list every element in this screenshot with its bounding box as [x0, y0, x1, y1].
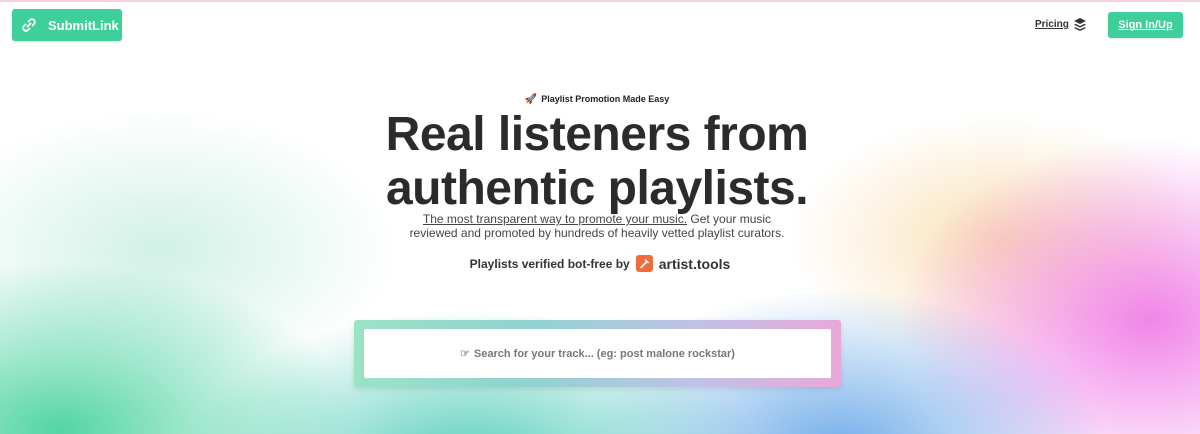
description-part-2: reviewed and promoted by hundreds of hea… [409, 226, 785, 240]
verified-by-row: Playlists verified bot-free by artist.to… [0, 255, 1200, 272]
rocket-icon: 🚀 [524, 94, 538, 105]
page-title: Real listeners from authentic playlists. [0, 108, 1194, 216]
link-icon [20, 16, 38, 34]
hero-description: The most transparent way to promote your… [0, 212, 1194, 240]
layers-icon[interactable] [1073, 17, 1087, 32]
verified-text: Playlists verified bot-free by [469, 256, 630, 271]
sign-in-button[interactable]: Sign In/Up [1108, 12, 1183, 38]
pricing-link[interactable]: Pricing [1035, 19, 1069, 30]
submitlink-logo-button[interactable]: SubmitLink [12, 9, 122, 41]
tagline: 🚀 Playlist Promotion Made Easy [0, 94, 1194, 105]
tagline-text: Playlist Promotion Made Easy [541, 94, 670, 104]
search-placeholder: Search for your track... (eg: post malon… [473, 347, 735, 360]
artist-tools-brand[interactable]: artist.tools [659, 256, 731, 272]
search-input[interactable]: ☞ Search for your track... (eg: post mal… [364, 329, 831, 378]
description-underlined: The most transparent way to promote your… [422, 212, 688, 226]
headline-line-1: Real listeners from [385, 108, 809, 161]
pointing-hand-icon: ☞ [460, 348, 470, 360]
hammer-icon [635, 255, 653, 272]
description-part-1: Get your music [687, 212, 772, 226]
top-border [0, 0, 1200, 2]
headline-line-2: authentic playlists. [385, 162, 809, 215]
logo-label: SubmitLink [48, 17, 119, 33]
search-container: ☞ Search for your track... (eg: post mal… [354, 320, 841, 387]
